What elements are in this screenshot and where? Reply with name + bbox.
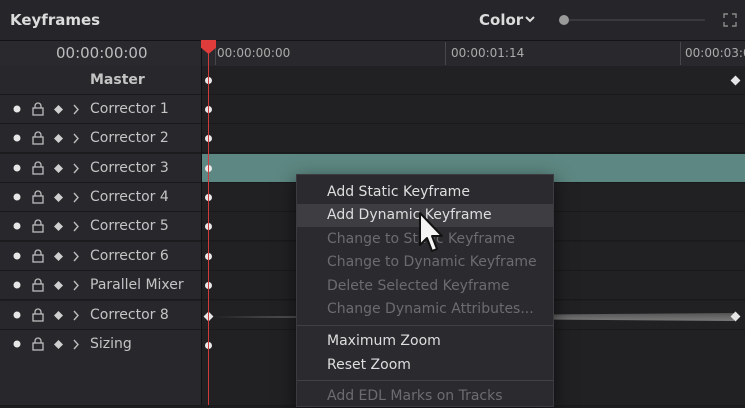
track-label: Parallel Mixer [90, 277, 184, 293]
menu-separator [297, 325, 553, 326]
track-label: Master [90, 72, 145, 88]
chevron-right-icon[interactable] [72, 280, 80, 291]
keyframe-diamond-icon[interactable] [54, 310, 63, 320]
lock-icon[interactable] [31, 278, 45, 292]
lock-icon[interactable] [31, 131, 45, 145]
panel-title: Keyframes [10, 11, 101, 29]
playhead-line[interactable] [208, 52, 209, 405]
menu-item-label: Add Dynamic Keyframe [327, 207, 492, 223]
lock-icon[interactable] [31, 308, 45, 322]
chevron-right-icon[interactable] [72, 133, 80, 144]
track-enable-icon[interactable] [13, 134, 21, 142]
track-enable-icon[interactable] [13, 311, 21, 319]
track-label: Corrector 4 [90, 189, 169, 205]
track-label: Sizing [90, 336, 132, 352]
keyframe-diamond-icon[interactable] [54, 163, 63, 173]
keyframe-diamond-icon[interactable] [54, 339, 63, 349]
ruler-label: 00:00:01:14 [451, 46, 525, 60]
chevron-right-icon[interactable] [72, 163, 80, 174]
track-enable-icon[interactable] [13, 105, 21, 113]
menu-item-label: Maximum Zoom [327, 333, 441, 349]
menu-item-maximum-zoom[interactable]: Maximum Zoom [297, 330, 553, 353]
track-label: Corrector 6 [90, 248, 169, 264]
menu-item-label: Reset Zoom [327, 357, 411, 373]
ruler-label: 00:00:00:00 [217, 46, 291, 60]
track-label: Corrector 2 [90, 130, 169, 146]
menu-item-label: Delete Selected Keyframe [327, 278, 510, 294]
keyframe-diamond-icon[interactable] [54, 192, 63, 202]
current-timecode: 00:00:00:00 [56, 44, 148, 62]
mouse-pointer-icon [419, 212, 443, 252]
zoom-slider-track[interactable] [569, 19, 705, 21]
track-enable-icon[interactable] [13, 281, 21, 289]
chevron-right-icon[interactable] [72, 221, 80, 232]
chevron-right-icon[interactable] [72, 104, 80, 115]
expand-icon[interactable] [722, 12, 738, 28]
lock-icon[interactable] [31, 337, 45, 351]
chevron-right-icon[interactable] [72, 251, 80, 262]
menu-item-label: Add EDL Marks on Tracks [327, 388, 503, 404]
menu-separator [297, 380, 553, 381]
track-lane[interactable] [202, 124, 745, 153]
keyframe-diamond-icon[interactable] [54, 104, 63, 114]
menu-item-change-dynamic-attributes[interactable]: Change Dynamic Attributes... [297, 298, 553, 321]
track-enable-icon[interactable] [13, 340, 21, 348]
keyframe-diamond-icon[interactable] [54, 280, 63, 290]
track-label: Corrector 1 [90, 101, 169, 117]
menu-item-label: Add Static Keyframe [327, 184, 470, 200]
menu-item-add-static-keyframe[interactable]: Add Static Keyframe [297, 181, 553, 204]
chevron-right-icon[interactable] [72, 310, 80, 321]
chevron-right-icon[interactable] [72, 339, 80, 350]
lock-icon[interactable] [31, 161, 45, 175]
lock-icon[interactable] [31, 190, 45, 204]
ruler-tick [445, 42, 446, 65]
track-lane[interactable] [202, 95, 745, 124]
track-enable-icon[interactable] [13, 252, 21, 260]
track-lane-master[interactable] [202, 66, 745, 95]
track-label: Corrector 8 [90, 307, 169, 323]
menu-item-reset-zoom[interactable]: Reset Zoom [297, 354, 553, 377]
keyframes-panel-header: Keyframes Color [0, 0, 745, 41]
lock-icon[interactable] [31, 249, 45, 263]
zoom-slider-handle[interactable] [559, 15, 569, 25]
chevron-right-icon[interactable] [72, 192, 80, 203]
keyframe-diamond-icon[interactable] [54, 251, 63, 261]
context-menu: Add Static Keyframe Add Dynamic Keyframe… [296, 174, 554, 407]
track-label: Corrector 5 [90, 218, 169, 234]
track-label: Corrector 3 [90, 160, 169, 176]
keyframe-diamond-icon[interactable] [54, 221, 63, 231]
ruler-tick [680, 42, 681, 65]
lock-icon[interactable] [31, 102, 45, 116]
lock-icon[interactable] [31, 219, 45, 233]
keyframe-diamond-icon[interactable] [54, 133, 63, 143]
mode-selector[interactable]: Color [479, 11, 523, 29]
track-enable-icon[interactable] [13, 164, 21, 172]
track-enable-icon[interactable] [13, 222, 21, 230]
menu-item-label: Change to Dynamic Keyframe [327, 254, 537, 270]
chevron-down-icon[interactable] [524, 13, 536, 25]
menu-item-label: Change Dynamic Attributes... [327, 301, 534, 317]
column-divider [201, 41, 202, 405]
track-enable-icon[interactable] [13, 193, 21, 201]
menu-item-delete-selected-keyframe[interactable]: Delete Selected Keyframe [297, 275, 553, 298]
ruler-label: 00:00:03:0 [685, 46, 745, 60]
